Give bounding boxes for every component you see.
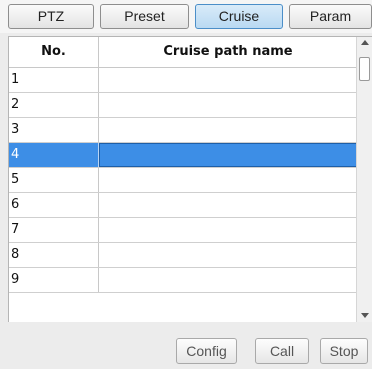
row-number: 8: [9, 243, 99, 267]
row-number: 4: [9, 143, 99, 167]
vertical-scrollbar[interactable]: [356, 37, 372, 323]
table-row[interactable]: 2: [9, 93, 357, 118]
column-header-no: No.: [9, 37, 99, 67]
cruise-path-name-cell[interactable]: [99, 218, 357, 242]
call-button[interactable]: Call: [255, 338, 309, 364]
table-header: No. Cruise path name: [9, 37, 357, 68]
cruise-path-name-cell[interactable]: [99, 143, 357, 167]
row-number: 5: [9, 168, 99, 192]
config-button[interactable]: Config: [176, 338, 237, 364]
row-number: 1: [9, 68, 99, 92]
cruise-path-name-cell[interactable]: [99, 93, 357, 117]
tab-cruise[interactable]: Cruise: [195, 4, 283, 29]
button-bar: Config Call Stop: [0, 322, 372, 369]
cruise-path-name-cell[interactable]: [99, 268, 357, 292]
table-row[interactable]: 7: [9, 218, 357, 243]
row-number: 3: [9, 118, 99, 142]
cruise-path-name-cell[interactable]: [99, 68, 357, 92]
table-row[interactable]: 6: [9, 193, 357, 218]
row-number: 6: [9, 193, 99, 217]
cruise-path-name-cell[interactable]: [99, 243, 357, 267]
table-row[interactable]: 1: [9, 68, 357, 93]
table-row[interactable]: 9: [9, 268, 357, 293]
tab-preset[interactable]: Preset: [100, 4, 189, 29]
column-header-cruise-path-name: Cruise path name: [163, 44, 293, 59]
tab-bar: PTZ Preset Cruise Param: [0, 0, 372, 33]
table-row[interactable]: 8: [9, 243, 357, 268]
cruise-path-grid: No. Cruise path name 1 2 3 4 5 6 7 8 9: [8, 36, 372, 323]
table-row-selected[interactable]: 4: [9, 143, 357, 168]
table-row[interactable]: 3: [9, 118, 357, 143]
tab-ptz[interactable]: PTZ: [8, 4, 94, 29]
row-number: 2: [9, 93, 99, 117]
tab-param[interactable]: Param: [289, 4, 372, 29]
row-number: 9: [9, 268, 99, 292]
row-number: 7: [9, 218, 99, 242]
scroll-up-icon[interactable]: [361, 40, 369, 45]
cruise-path-name-cell[interactable]: [99, 118, 357, 142]
cruise-path-name-cell[interactable]: [99, 193, 357, 217]
cruise-path-table: No. Cruise path name 1 2 3 4 5 6 7 8 9: [9, 37, 357, 293]
table-row[interactable]: 5: [9, 168, 357, 193]
stop-button[interactable]: Stop: [320, 338, 368, 364]
scroll-down-icon[interactable]: [361, 313, 369, 318]
scrollbar-thumb[interactable]: [359, 57, 370, 81]
cruise-path-name-cell[interactable]: [99, 168, 357, 192]
